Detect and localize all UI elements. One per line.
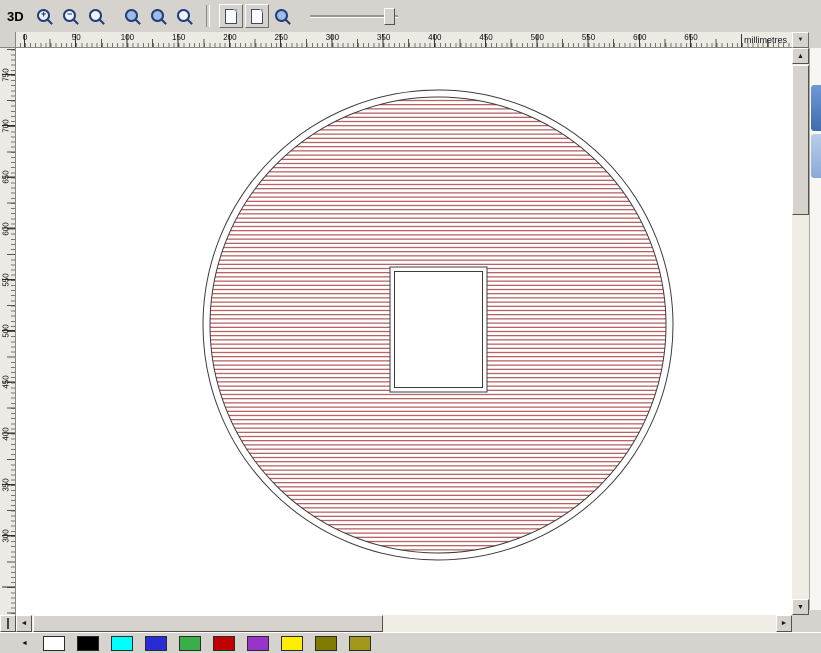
ruler-unit-label: millimetres <box>743 35 787 45</box>
vertical-ruler-label: 450 <box>1 375 11 390</box>
vertical-ruler-label: 350 <box>1 478 11 492</box>
ruler-unit-dropdown-button[interactable]: ▼ <box>792 32 809 48</box>
chevron-down-icon: ▼ <box>797 36 804 43</box>
horizontal-ruler-label: 550 <box>581 33 596 42</box>
horizontal-scrollbar-thumb[interactable] <box>33 615 383 632</box>
zoom-previous-icon <box>89 8 105 25</box>
toolbar: 3D + − <box>0 0 821 33</box>
scroll-up-button[interactable]: ▲ <box>792 48 809 64</box>
vertical-ruler-label: 400 <box>1 426 11 441</box>
vertical-ruler-label: 550 <box>1 273 11 287</box>
zoom-one-to-one-button[interactable] <box>121 4 145 28</box>
horizontal-ruler[interactable]: millimetres 0 50 100 150 200 250 300 350 400 450 5… <box>16 32 792 48</box>
palette-swatch-purple[interactable] <box>247 635 269 651</box>
arrow-left-icon: ◄ <box>20 620 28 627</box>
zoom-selected-button[interactable] <box>147 4 171 28</box>
horizontal-ruler-label: 650 <box>684 33 698 42</box>
zoom-all-icon <box>177 8 193 25</box>
zoom-page-button[interactable] <box>271 4 295 28</box>
zoom-previous-button[interactable] <box>85 4 109 28</box>
docker-tab[interactable] <box>811 134 821 178</box>
zoom-out-button[interactable]: − <box>59 4 83 28</box>
horizontal-ruler-label: 450 <box>479 33 493 42</box>
docker-panel <box>809 48 821 610</box>
zoom-out-icon: − <box>63 8 79 25</box>
page-navigator-button[interactable] <box>0 615 16 632</box>
vertical-ruler-label: 600 <box>1 222 11 236</box>
horizontal-ruler-label: 400 <box>428 33 442 42</box>
palette-scroll-left-button[interactable]: ◄ <box>18 637 31 650</box>
palette-swatch-white[interactable] <box>43 635 65 651</box>
mode-label: 3D <box>7 8 24 24</box>
page-back-icon <box>224 8 237 24</box>
page-forward-button[interactable] <box>244 4 269 28</box>
vertical-scrollbar-thumb[interactable] <box>792 65 809 215</box>
scroll-left-button[interactable]: ◄ <box>16 615 32 632</box>
horizontal-ruler-label: 500 <box>530 33 544 42</box>
color-palette: ◄ <box>0 632 821 653</box>
horizontal-ruler-label: 0 <box>22 33 28 42</box>
docker-tab[interactable] <box>811 85 821 131</box>
palette-swatch-blue[interactable] <box>145 635 167 651</box>
scroll-right-button[interactable]: ► <box>776 615 792 632</box>
horizontal-ruler-label: 350 <box>376 33 391 42</box>
page-back-button[interactable] <box>218 4 243 28</box>
docker-strip <box>809 32 821 653</box>
horizontal-ruler-label: 50 <box>71 33 81 42</box>
palette-swatch-green[interactable] <box>179 635 201 651</box>
horizontal-ruler-label: 150 <box>172 33 186 42</box>
zoom-slider-thumb[interactable] <box>383 8 395 25</box>
vertical-ruler-label: 300 <box>1 529 11 543</box>
ruler-origin-corner[interactable] <box>0 32 16 48</box>
horizontal-ruler-label: 100 <box>120 33 135 42</box>
palette-swatch-dark-yellow[interactable] <box>349 635 371 651</box>
zoom-slider[interactable] <box>309 7 398 25</box>
arrow-down-icon: ▼ <box>797 603 804 611</box>
horizontal-ruler-label: 300 <box>325 33 340 42</box>
vertical-scrollbar[interactable]: ▲ ▼ <box>792 48 809 615</box>
horizontal-scrollbar[interactable]: ◄ ► <box>16 615 792 632</box>
scrollbar-corner <box>792 615 809 632</box>
palette-swatch-yellow[interactable] <box>281 635 303 651</box>
application-window: { "toolbar": { "mode_label": "3D", "icon… <box>0 0 821 653</box>
zoom-page-icon <box>275 8 291 25</box>
drawing-svg <box>202 89 674 561</box>
arrow-left-icon: ◄ <box>21 639 28 647</box>
vertical-ruler-label: 750 <box>1 68 11 82</box>
zoom-in-button[interactable]: + <box>33 4 57 28</box>
zoom-selected-icon <box>151 8 167 25</box>
page-forward-icon <box>250 8 263 24</box>
toolbar-separator <box>205 5 210 27</box>
palette-swatches <box>43 635 371 651</box>
arrow-up-icon: ▲ <box>797 52 804 60</box>
page-icon <box>7 618 9 629</box>
vertical-ruler-label: 700 <box>1 119 11 133</box>
horizontal-ruler-label: 250 <box>274 33 288 42</box>
zoom-one-to-one-icon <box>125 8 141 25</box>
palette-swatch-black[interactable] <box>77 635 99 651</box>
scroll-down-button[interactable]: ▼ <box>792 599 809 615</box>
horizontal-ruler-label: 600 <box>633 33 647 42</box>
palette-swatch-olive[interactable] <box>315 635 337 651</box>
vertical-ruler-label: 650 <box>1 170 11 185</box>
zoom-all-button[interactable] <box>173 4 197 28</box>
arrow-right-icon: ► <box>780 620 788 627</box>
vertical-ruler-label: 500 <box>1 324 11 338</box>
vertical-ruler[interactable]: 750 700 650 600 550 500 450 400 350 300 <box>0 48 16 615</box>
hole-rectangle-inner[interactable] <box>394 271 483 388</box>
zoom-in-icon: + <box>37 8 53 25</box>
palette-swatch-red[interactable] <box>213 635 235 651</box>
palette-swatch-cyan[interactable] <box>111 635 133 651</box>
horizontal-ruler-label: 200 <box>223 33 237 42</box>
drawing-canvas[interactable] <box>16 48 792 615</box>
